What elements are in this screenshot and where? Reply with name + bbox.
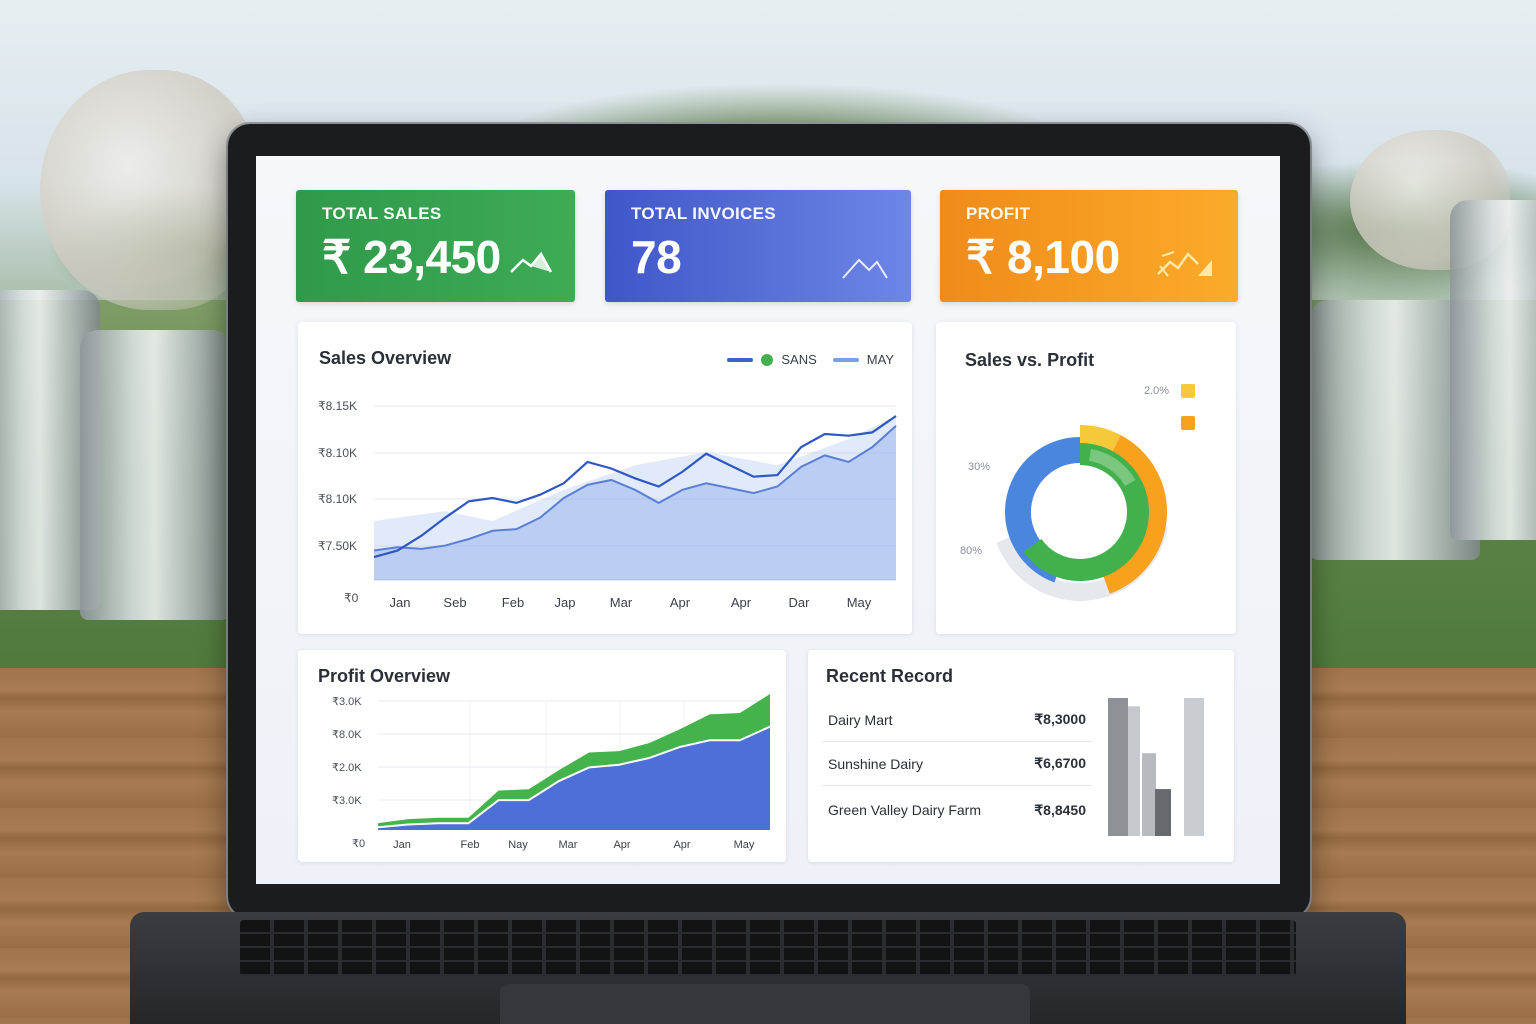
y-tick-label: ₹0	[352, 838, 365, 850]
growth-icon	[1157, 251, 1212, 277]
kpi-label: TOTAL INVOICES	[631, 204, 776, 223]
bar	[1142, 753, 1156, 836]
donut-label: 80%	[960, 545, 982, 557]
kpi-profit[interactable]: PROFIT ₹ 8,100	[940, 190, 1238, 302]
sales-area-chart: ₹0 ₹7.50K ₹8.10K ₹8.10K ₹8.15K Jan Seb Feb Jap Ma…	[318, 399, 897, 610]
series-area-light	[374, 416, 896, 580]
bar	[1184, 698, 1204, 836]
trackpad	[500, 984, 1030, 1024]
legend-swatch-yellow	[1181, 384, 1195, 398]
x-tick-label: May	[847, 595, 872, 610]
x-tick-label: Apr	[673, 839, 690, 851]
bar	[1128, 706, 1140, 836]
x-tick-label: Apr	[670, 595, 691, 610]
y-tick-label: ₹8.0K	[332, 729, 362, 741]
x-tick-label: Jap	[555, 595, 576, 610]
kpi-label: TOTAL SALES	[322, 204, 442, 223]
x-tick-label: Apr	[613, 839, 630, 851]
x-tick-label: Mar	[559, 839, 578, 851]
y-tick-label: ₹8.10K	[318, 446, 357, 460]
trend-up-icon	[510, 251, 553, 273]
x-tick-label: Mar	[610, 595, 633, 610]
kpi-total-sales[interactable]: TOTAL SALES ₹ 23,450	[296, 190, 575, 302]
keyboard-rows	[240, 920, 1296, 976]
donut-label: 2.0%	[1144, 385, 1169, 397]
bar	[1155, 789, 1171, 836]
donut-label: 30%	[968, 461, 990, 473]
donut-chart: 2.0% 30% 80%	[960, 384, 1195, 601]
dashboard-screen: TOTAL SALES ₹ 23,450 TOTAL INVOICES 78 P…	[256, 156, 1280, 884]
y-tick-label: ₹0	[344, 591, 359, 605]
x-tick-label: Jan	[390, 595, 411, 610]
x-tick-label: Jan	[393, 839, 411, 851]
milk-can-2	[80, 330, 230, 620]
record-bar-chart	[1108, 698, 1204, 836]
profit-area-chart: ₹0 ₹3.0K ₹2.0K ₹8.0K ₹3.0K Jan Feb Nay Mar Apr Apr…	[332, 694, 771, 851]
x-tick-label: Seb	[443, 595, 466, 610]
series-area-blue	[378, 726, 770, 830]
y-tick-label: ₹3.0K	[332, 795, 362, 807]
x-tick-label: May	[734, 839, 755, 851]
x-tick-label: Dar	[789, 595, 811, 610]
kpi-total-invoices[interactable]: TOTAL INVOICES 78	[605, 190, 911, 302]
legend-swatch-orange	[1181, 416, 1195, 430]
y-tick-label: ₹8.15K	[318, 399, 357, 413]
y-tick-label: ₹3.0K	[332, 696, 362, 708]
sales-overview-card: Sales Overview SANS MAY ₹0 ₹7.50K ₹8.10K ₹8…	[298, 322, 912, 634]
y-tick-label: ₹8.10K	[318, 492, 357, 506]
y-tick-label: ₹2.0K	[332, 762, 362, 774]
x-tick-label: Feb	[502, 595, 524, 610]
milk-can-4	[1450, 200, 1536, 540]
x-tick-label: Apr	[731, 595, 752, 610]
sales-vs-profit-card: Sales vs. Profit 2.0% 30% 80%	[936, 322, 1236, 634]
profit-overview-card: Profit Overview ₹0 ₹3.0K ₹2.0K ₹8.0K ₹3.0K Ja…	[298, 650, 786, 862]
x-tick-label: Feb	[461, 839, 480, 851]
kpi-label: PROFIT	[966, 204, 1031, 223]
mountain-chart-icon	[842, 258, 888, 279]
recent-record-card: Recent Record Dairy Mart ₹8,3000 Sunshin…	[808, 650, 1234, 862]
bar	[1108, 698, 1128, 836]
x-tick-label: Nay	[508, 839, 528, 851]
y-tick-label: ₹7.50K	[318, 539, 357, 553]
